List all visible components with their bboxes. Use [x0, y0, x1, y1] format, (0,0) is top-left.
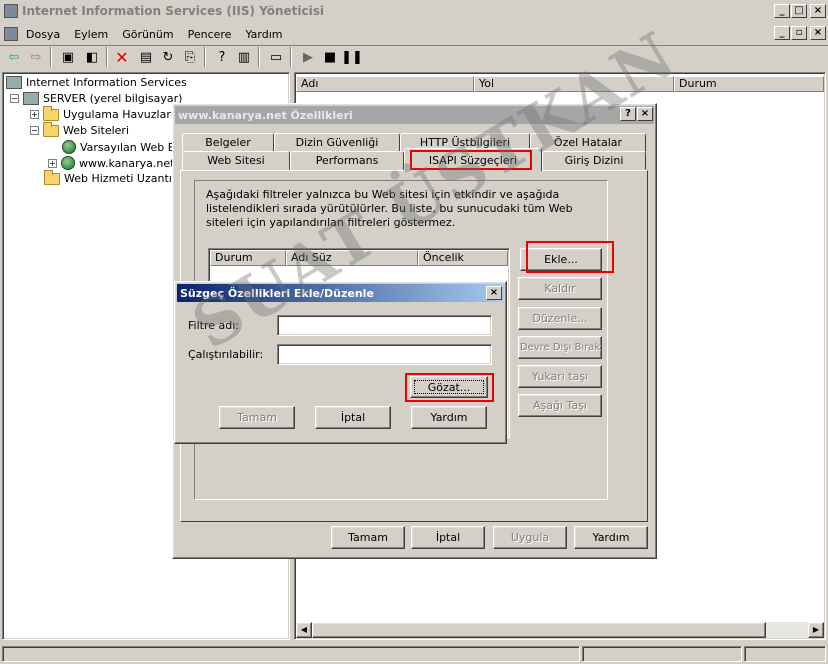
tree-label: www.kanarya.net: [79, 156, 175, 170]
menu-eylem[interactable]: Eylem: [74, 28, 108, 41]
main-title-bar: Internet Information Services (IIS) Yöne…: [0, 0, 828, 22]
help-button[interactable]: Yardım: [574, 526, 648, 549]
apply-button[interactable]: Uygula: [493, 526, 567, 549]
filter-help-button[interactable]: Yardım: [411, 406, 487, 429]
tree-item-extensions[interactable]: Web Hizmeti Uzantıları: [44, 169, 190, 185]
folder-icon: [43, 105, 59, 121]
tab-isapi-suzgecleri[interactable]: ISAPI Süzgeçleri: [404, 148, 542, 171]
horizontal-scrollbar[interactable]: ◀ ▶: [296, 622, 824, 638]
properties-icon[interactable]: ▤: [136, 47, 156, 67]
scroll-right-icon[interactable]: ▶: [808, 622, 824, 638]
tab-giris-dizini[interactable]: Giriş Dizini: [542, 151, 646, 170]
executable-label: Çalıştırılabilir:: [188, 348, 264, 361]
tree-label: SERVER (yerel bilgisayar): [43, 92, 183, 105]
tree-label: Web Hizmeti Uzantıları: [64, 172, 190, 185]
tab-web-sitesi[interactable]: Web Sitesi: [182, 151, 290, 170]
show-action-pane-icon[interactable]: ▥: [234, 47, 254, 67]
back-icon[interactable]: ⇦: [4, 47, 24, 67]
child-close-button[interactable]: ×: [810, 26, 826, 40]
start-icon[interactable]: ▶: [298, 47, 318, 67]
ok-button[interactable]: Tamam: [331, 526, 405, 549]
child-restore-button[interactable]: ▫: [791, 26, 807, 40]
delete-icon[interactable]: ✕: [112, 47, 132, 67]
stop-icon[interactable]: ■: [320, 47, 340, 67]
remove-button[interactable]: Kaldır: [518, 277, 602, 300]
iis-icon: [6, 76, 22, 89]
filter-dialog-title: Süzgeç Özellikleri Ekle/Düzenle: [177, 284, 504, 302]
executable-input[interactable]: [277, 344, 492, 365]
filter-cancel-button[interactable]: İptal: [315, 406, 391, 429]
server-icon: [23, 92, 39, 105]
close-button[interactable]: ×: [810, 4, 826, 18]
cancel-button[interactable]: İptal: [411, 526, 485, 549]
move-down-button[interactable]: Aşağı Taşı: [518, 394, 602, 417]
tree-item-kanarya[interactable]: + www.kanarya.net: [48, 156, 174, 170]
forward-icon[interactable]: ⇨: [26, 47, 46, 67]
folder-open-icon: [43, 121, 59, 137]
tree-label: Uygulama Havuzları: [63, 108, 174, 121]
browse-button[interactable]: Gözat...: [410, 376, 488, 398]
menu-gorunum[interactable]: Görünüm: [122, 28, 173, 41]
tree-item-app-pools[interactable]: + Uygulama Havuzları: [30, 105, 174, 121]
menu-yardim[interactable]: Yardım: [245, 28, 282, 41]
column-header-name[interactable]: Adı: [296, 76, 474, 92]
tree-item-web-sites[interactable]: − Web Siteleri: [30, 121, 129, 137]
collapse-icon[interactable]: −: [30, 126, 39, 135]
collapse-icon[interactable]: −: [10, 94, 19, 103]
tree-label: Web Siteleri: [63, 124, 129, 137]
tree-label: Varsayılan Web Bö: [80, 140, 182, 154]
add-button[interactable]: Ekle...: [520, 248, 602, 271]
column-header-status[interactable]: Durum: [674, 76, 824, 92]
scroll-left-icon[interactable]: ◀: [296, 622, 312, 638]
menu-bar: Dosya Eylem Görünüm Pencere Yardım: [0, 24, 828, 44]
maximize-button[interactable]: □: [791, 4, 807, 18]
export-list-icon[interactable]: ⎘: [180, 47, 200, 67]
filter-name-label: Filtre adı:: [188, 319, 239, 332]
iis-app-icon: [4, 4, 18, 18]
filter-name-input[interactable]: [277, 315, 492, 336]
dialog-help-icon[interactable]: ?: [620, 107, 636, 121]
menu-pencere[interactable]: Pencere: [188, 28, 232, 41]
refresh-icon[interactable]: ↻: [158, 47, 178, 67]
pause-icon[interactable]: ❚❚: [341, 47, 363, 67]
tree-item-iis[interactable]: Internet Information Services: [6, 76, 187, 89]
website-icon: [61, 156, 75, 170]
filter-ok-button[interactable]: Tamam: [219, 406, 295, 429]
child-minimize-button[interactable]: _: [774, 26, 790, 40]
column-header-path[interactable]: Yol: [474, 76, 674, 92]
expand-icon[interactable]: +: [48, 158, 57, 168]
filter-col-status[interactable]: Durum: [210, 250, 286, 266]
description-text: Aşağıdaki filtreler yalnızca bu Web site…: [206, 188, 573, 229]
filter-col-priority[interactable]: Öncelik: [418, 250, 508, 266]
window-title: Internet Information Services (IIS) Yöne…: [22, 4, 324, 18]
show-tree-icon[interactable]: ◧: [82, 47, 102, 67]
website-icon: [62, 140, 76, 154]
expand-icon[interactable]: +: [30, 110, 39, 119]
properties-dialog-title: www.kanarya.net Özellikleri: [175, 106, 654, 124]
minimize-button[interactable]: _: [774, 4, 790, 18]
filter-dialog-close-icon[interactable]: ×: [486, 286, 502, 300]
menu-dosya[interactable]: Dosya: [26, 28, 60, 41]
scroll-thumb[interactable]: [312, 622, 766, 638]
tree-item-default-site[interactable]: Varsayılan Web Bö: [62, 140, 182, 154]
up-folder-icon[interactable]: ▣: [58, 47, 78, 67]
tab-dizin-guvenligi[interactable]: Dizin Güvenliği: [274, 133, 400, 152]
move-up-button[interactable]: Yukarı taşı: [518, 365, 602, 388]
tab-performans[interactable]: Performans: [290, 151, 404, 170]
tab-belgeler[interactable]: Belgeler: [182, 133, 274, 152]
filter-col-name[interactable]: Adı Süz: [286, 250, 418, 266]
computer-icon[interactable]: ▭: [266, 47, 286, 67]
tree-label: Internet Information Services: [26, 76, 187, 89]
edit-button[interactable]: Düzenle...: [518, 307, 602, 330]
dialog-close-icon[interactable]: ×: [637, 107, 653, 121]
folder-icon: [44, 169, 60, 185]
mmc-icon: [4, 27, 18, 41]
tab-ozel-hatalar[interactable]: Özel Hatalar: [530, 133, 646, 152]
disable-button[interactable]: Devre Dışı Bırak: [518, 336, 602, 359]
status-bar: [0, 644, 828, 664]
help-icon[interactable]: ?: [212, 47, 232, 67]
tree-item-server[interactable]: − SERVER (yerel bilgisayar): [10, 92, 182, 105]
